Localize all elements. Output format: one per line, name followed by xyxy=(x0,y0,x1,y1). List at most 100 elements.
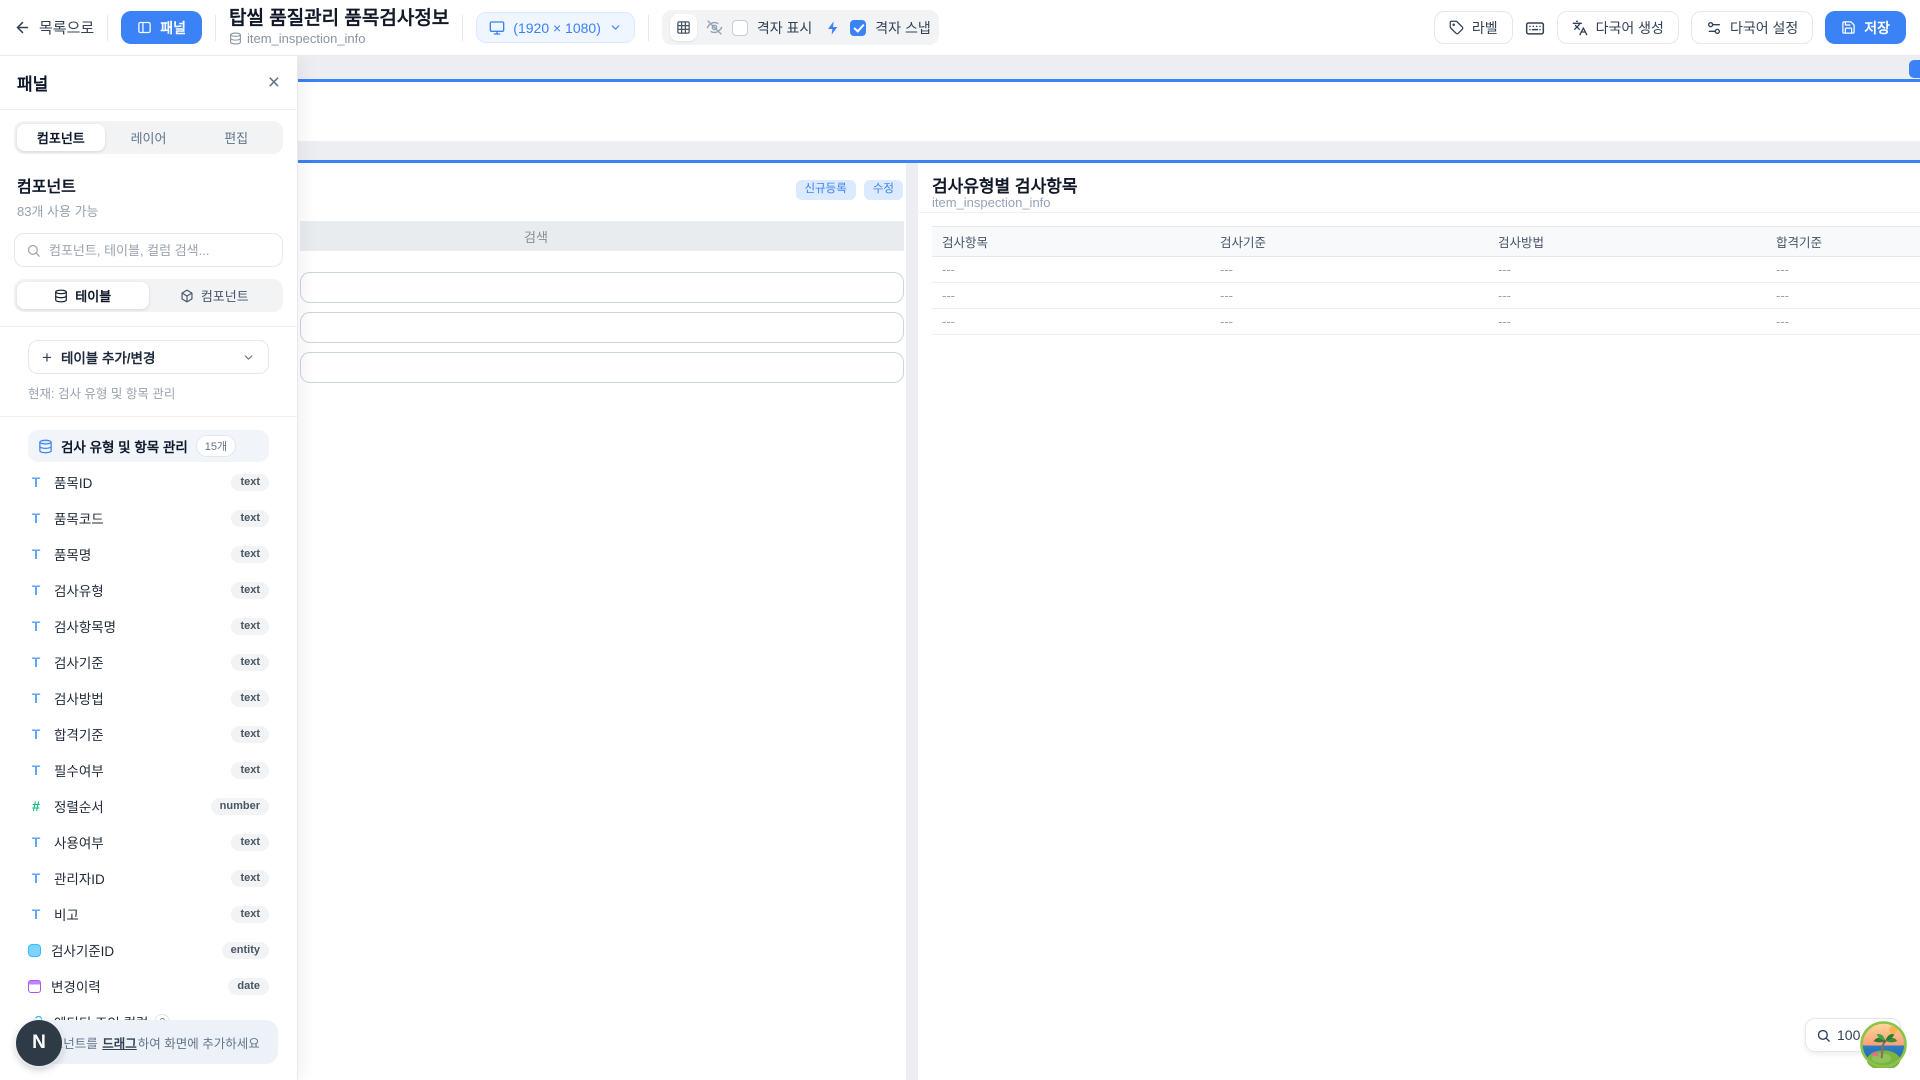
field-count-badge: 15개 xyxy=(196,435,236,457)
grid-snap-checkbox[interactable] xyxy=(850,20,866,36)
field-row[interactable]: 관리자ID text xyxy=(28,860,269,896)
field-type-badge: entity xyxy=(222,942,269,959)
canvas-top-section[interactable] xyxy=(298,79,1920,141)
field-row[interactable]: 품목코드 text xyxy=(28,500,269,536)
mode-component-button[interactable]: 컴포넌트 xyxy=(149,282,281,309)
table-cell: --- xyxy=(932,257,1210,282)
field-type-badge: text xyxy=(231,582,269,599)
save-icon xyxy=(1841,20,1856,35)
panel-title: 패널 xyxy=(17,70,48,95)
keyboard-shortcuts-button[interactable] xyxy=(1525,18,1545,38)
grid-snap-label: 격자 스냅 xyxy=(875,18,930,38)
field-type-icon xyxy=(28,618,44,634)
table-cell: --- xyxy=(1766,309,1920,334)
divider xyxy=(0,416,297,417)
component-search-input[interactable] xyxy=(49,243,271,258)
label-button[interactable]: 라벨 xyxy=(1434,11,1513,44)
field-type-badge: text xyxy=(231,618,269,635)
new-register-badge[interactable]: 신규등록 xyxy=(796,180,856,200)
panel-tab[interactable]: 편집 xyxy=(192,124,280,151)
design-canvas: 신규등록 수정 검색 검사유형별 검사항목 item_inspection_in… xyxy=(298,56,1920,1080)
database-icon xyxy=(229,32,242,45)
field-type-icon xyxy=(28,762,44,778)
table-cell: --- xyxy=(1210,309,1488,334)
keyboard-icon xyxy=(1525,18,1545,38)
panel-tab[interactable]: 컴포넌트 xyxy=(17,124,105,151)
field-type-icon xyxy=(28,510,44,526)
form-input-1[interactable] xyxy=(300,272,904,303)
field-type-icon xyxy=(28,690,44,706)
field-type-badge: text xyxy=(231,510,269,527)
field-type-badge: text xyxy=(231,546,269,563)
field-row[interactable]: 필수여부 text xyxy=(28,752,269,788)
eye-off-icon xyxy=(706,19,723,36)
grid-icon[interactable] xyxy=(670,14,697,41)
field-label: 품목ID xyxy=(54,472,92,492)
component-search-box xyxy=(14,233,283,267)
monitor-icon xyxy=(489,20,505,36)
n-logo-badge[interactable]: N xyxy=(16,1020,62,1066)
panel-header: 패널 × xyxy=(0,56,297,110)
screen-size-dropdown[interactable]: (1920 × 1080) xyxy=(476,12,635,43)
field-row[interactable]: 합격기준 text xyxy=(28,716,269,752)
table-cell: --- xyxy=(1210,257,1488,282)
field-label: 비고 xyxy=(54,904,79,924)
back-to-list-button[interactable]: 목록으로 xyxy=(14,17,94,38)
mode-switch: 테이블 컴포넌트 xyxy=(14,279,283,312)
field-type-badge: date xyxy=(228,978,269,995)
tag-icon xyxy=(1449,20,1464,35)
field-type-badge: text xyxy=(231,870,269,887)
grid-show-checkbox[interactable] xyxy=(732,20,748,36)
field-type-badge: text xyxy=(231,726,269,743)
arrow-left-icon xyxy=(14,19,31,36)
field-type-icon xyxy=(28,474,44,490)
form-input-3[interactable] xyxy=(300,352,904,383)
table-row: ------------ xyxy=(932,309,1920,335)
selection-handle[interactable] xyxy=(1909,60,1920,78)
field-label: 사용여부 xyxy=(54,832,104,852)
field-row[interactable]: 비고 text xyxy=(28,896,269,932)
i18n-settings-button[interactable]: 다국어 설정 xyxy=(1691,11,1813,44)
field-row[interactable]: 사용여부 text xyxy=(28,824,269,860)
field-row[interactable]: 검사방법 text xyxy=(28,680,269,716)
zoom-value: 100 xyxy=(1837,1027,1860,1043)
panel-tab[interactable]: 레이어 xyxy=(105,124,193,151)
field-type-badge: text xyxy=(231,762,269,779)
components-available-count: 83개 사용 가능 xyxy=(17,201,280,220)
form-input-2[interactable] xyxy=(300,312,904,343)
close-icon[interactable]: × xyxy=(268,72,280,93)
form-search-bar[interactable]: 검색 xyxy=(300,221,904,251)
toolbar-divider xyxy=(648,15,649,41)
field-type-icon xyxy=(28,834,44,850)
i18n-generate-button[interactable]: 다국어 생성 xyxy=(1557,11,1679,44)
field-row[interactable]: 정렬순서 number xyxy=(28,788,269,824)
table-column-header: 검사항목 xyxy=(932,227,1210,256)
inspection-items-table[interactable]: 검사항목검사기준검사방법합격기준 -----------------------… xyxy=(932,226,1920,335)
table-row: ------------ xyxy=(932,283,1920,309)
field-row[interactable]: 품목명 text xyxy=(28,536,269,572)
save-button[interactable]: 저장 xyxy=(1825,11,1906,44)
grid-options-group: 격자 표시 격자 스냅 xyxy=(662,10,939,45)
field-row[interactable]: 품목ID text xyxy=(28,464,269,500)
package-icon xyxy=(180,289,194,303)
field-row[interactable]: 검사유형 text xyxy=(28,572,269,608)
field-row[interactable]: 검사기준ID entity xyxy=(28,932,269,968)
field-type-icon xyxy=(28,546,44,562)
magnifier-icon xyxy=(1816,1028,1831,1043)
top-toolbar: 목록으로 패널 탑씰 품질관리 품목검사정보 item_inspection_i… xyxy=(0,0,1920,56)
field-row[interactable]: 변경이력 date xyxy=(28,968,269,1004)
panel-toggle-button[interactable]: 패널 xyxy=(121,11,202,44)
field-row[interactable]: 검사항목명 text xyxy=(28,608,269,644)
add-change-table-button[interactable]: + 테이블 추가/변경 xyxy=(28,340,269,374)
inspection-items-panel: 검사유형별 검사항목 item_inspection_info 검사항목검사기준… xyxy=(918,163,1920,1080)
edit-badge[interactable]: 수정 xyxy=(864,180,903,200)
inspection-panel-title: 검사유형별 검사항목 xyxy=(932,172,1077,197)
field-type-badge: text xyxy=(231,474,269,491)
toolbar-divider xyxy=(462,15,463,41)
mode-table-button[interactable]: 테이블 xyxy=(17,282,149,309)
toolbar-divider xyxy=(215,15,216,41)
table-group-header[interactable]: 검사 유형 및 항목 관리 15개 xyxy=(28,430,269,462)
chevron-down-icon xyxy=(609,21,622,34)
field-list: 품목ID text 품목코드 text 품목명 text 검사유 xyxy=(0,464,297,1080)
field-row[interactable]: 검사기준 text xyxy=(28,644,269,680)
